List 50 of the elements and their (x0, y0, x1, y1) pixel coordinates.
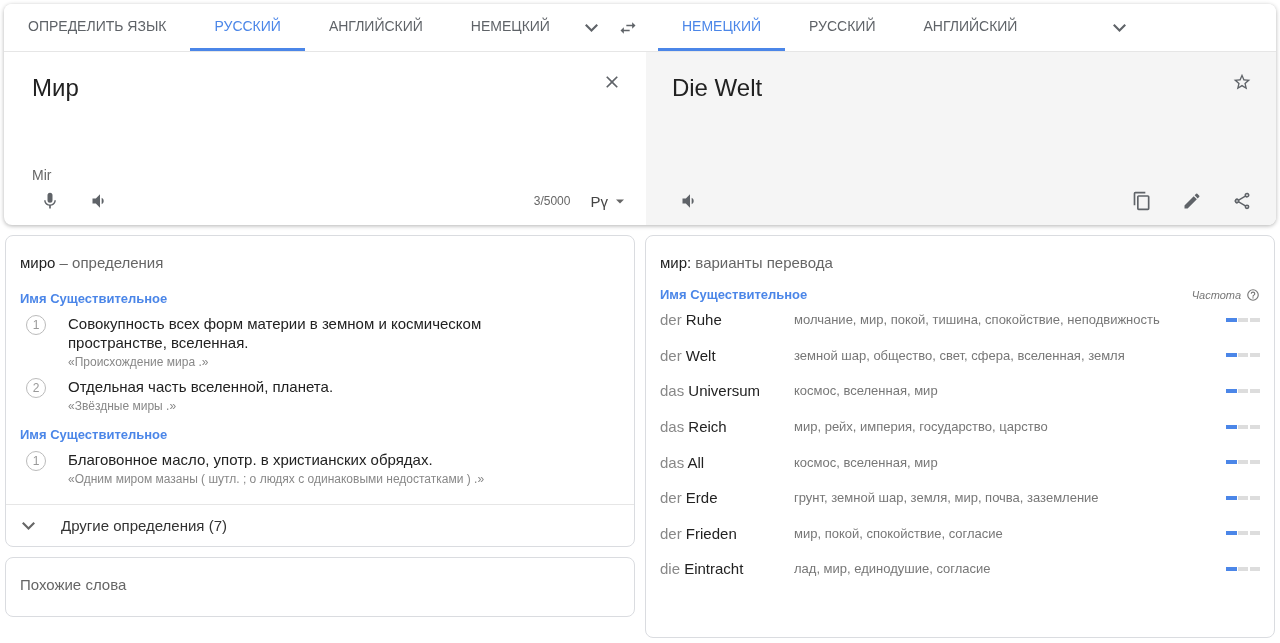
example-text: «Происхождение мира .» (68, 355, 210, 369)
translation-word[interactable]: das Universum (660, 382, 794, 400)
translation-word[interactable]: der Frieden (660, 524, 794, 542)
translation-word[interactable]: das All (660, 453, 794, 471)
copy-icon (1132, 191, 1152, 211)
translation-meanings: космос, вселенная, мир (794, 383, 939, 399)
chevron-down-icon (22, 521, 35, 530)
translation-word[interactable]: das Reich (660, 418, 794, 436)
translation-meanings: лад, мир, единодушие, согласие (794, 561, 992, 577)
translation-word[interactable]: der Ruhe (660, 311, 794, 329)
part-of-speech: Имя Существительное (660, 287, 808, 302)
language-tab[interactable]: НЕМЕЦКИЙ (446, 4, 574, 51)
definition-text: Совокупность всех форм материи в земном и космическом пространстве, вселенная. (68, 314, 483, 352)
translation-meanings: молчание, мир, покой, тишина, спокойствие, неподвижность (794, 312, 1161, 328)
language-tab[interactable]: РУССКИЙ (190, 4, 305, 51)
more-definitions-button[interactable]: Другие определения (7) (6, 504, 634, 546)
share-icon (1232, 191, 1252, 211)
chevron-down-icon (585, 23, 599, 32)
example-text: «Звёздные миры .» (68, 399, 178, 413)
source-text-field[interactable]: Мир (32, 74, 79, 102)
definition-text: Отдельная часть вселенной, планета. (68, 377, 334, 396)
language-tab[interactable]: РУССКИЙ (785, 4, 900, 51)
translation-text: Die Welt (671, 74, 763, 102)
translation-meanings: земной шар, общество, свет, сфера, вселенная, земля (794, 347, 1126, 363)
card-title: Похожие слова (19, 575, 128, 595)
help-icon[interactable] (1246, 288, 1260, 302)
translation-word[interactable]: die Eintracht (660, 560, 794, 578)
language-tab[interactable]: ОПРЕДЕЛИТЬ ЯЗЫК (4, 4, 191, 51)
translation-meanings: мир, покой, спокойствие, согласие (794, 525, 1004, 541)
card-title: мир: варианты перевода (659, 253, 834, 273)
translation-word[interactable]: der Erde (660, 489, 794, 507)
chevron-down-icon (1112, 23, 1126, 32)
character-count: 3/5000 (533, 194, 571, 208)
transliteration: Mir (32, 167, 53, 183)
pencil-icon (1182, 191, 1202, 211)
translation-meanings: мир, рейх, империя, государство, царство (794, 419, 1049, 435)
keyboard-button[interactable]: Рү (584, 191, 630, 211)
card-title: миро – определения (19, 253, 165, 273)
translation-meanings: грунт, земной шар, земля, мир, почва, заземление (794, 490, 1100, 506)
language-tab[interactable]: АНГЛИЙСКИЙ (304, 4, 447, 51)
part-of-speech: Имя Существительное (19, 290, 169, 308)
caret-icon (615, 198, 624, 204)
star-icon (1232, 72, 1252, 92)
frequency-label: Частота (1191, 289, 1241, 301)
language-tab[interactable]: АНГЛИЙСКИЙ (899, 4, 1042, 51)
definition-text: Благовонное масло, употр. в христианских обрядах. (68, 450, 434, 469)
translation-meanings: космос, вселенная, мир (794, 454, 939, 470)
example-text: «Одним миром мазаны ( шутл. ; о людях с одинаковыми недостатками ) .» (68, 472, 485, 486)
part-of-speech: Имя Существительное (19, 426, 169, 444)
translation-word[interactable]: der Welt (660, 346, 794, 364)
